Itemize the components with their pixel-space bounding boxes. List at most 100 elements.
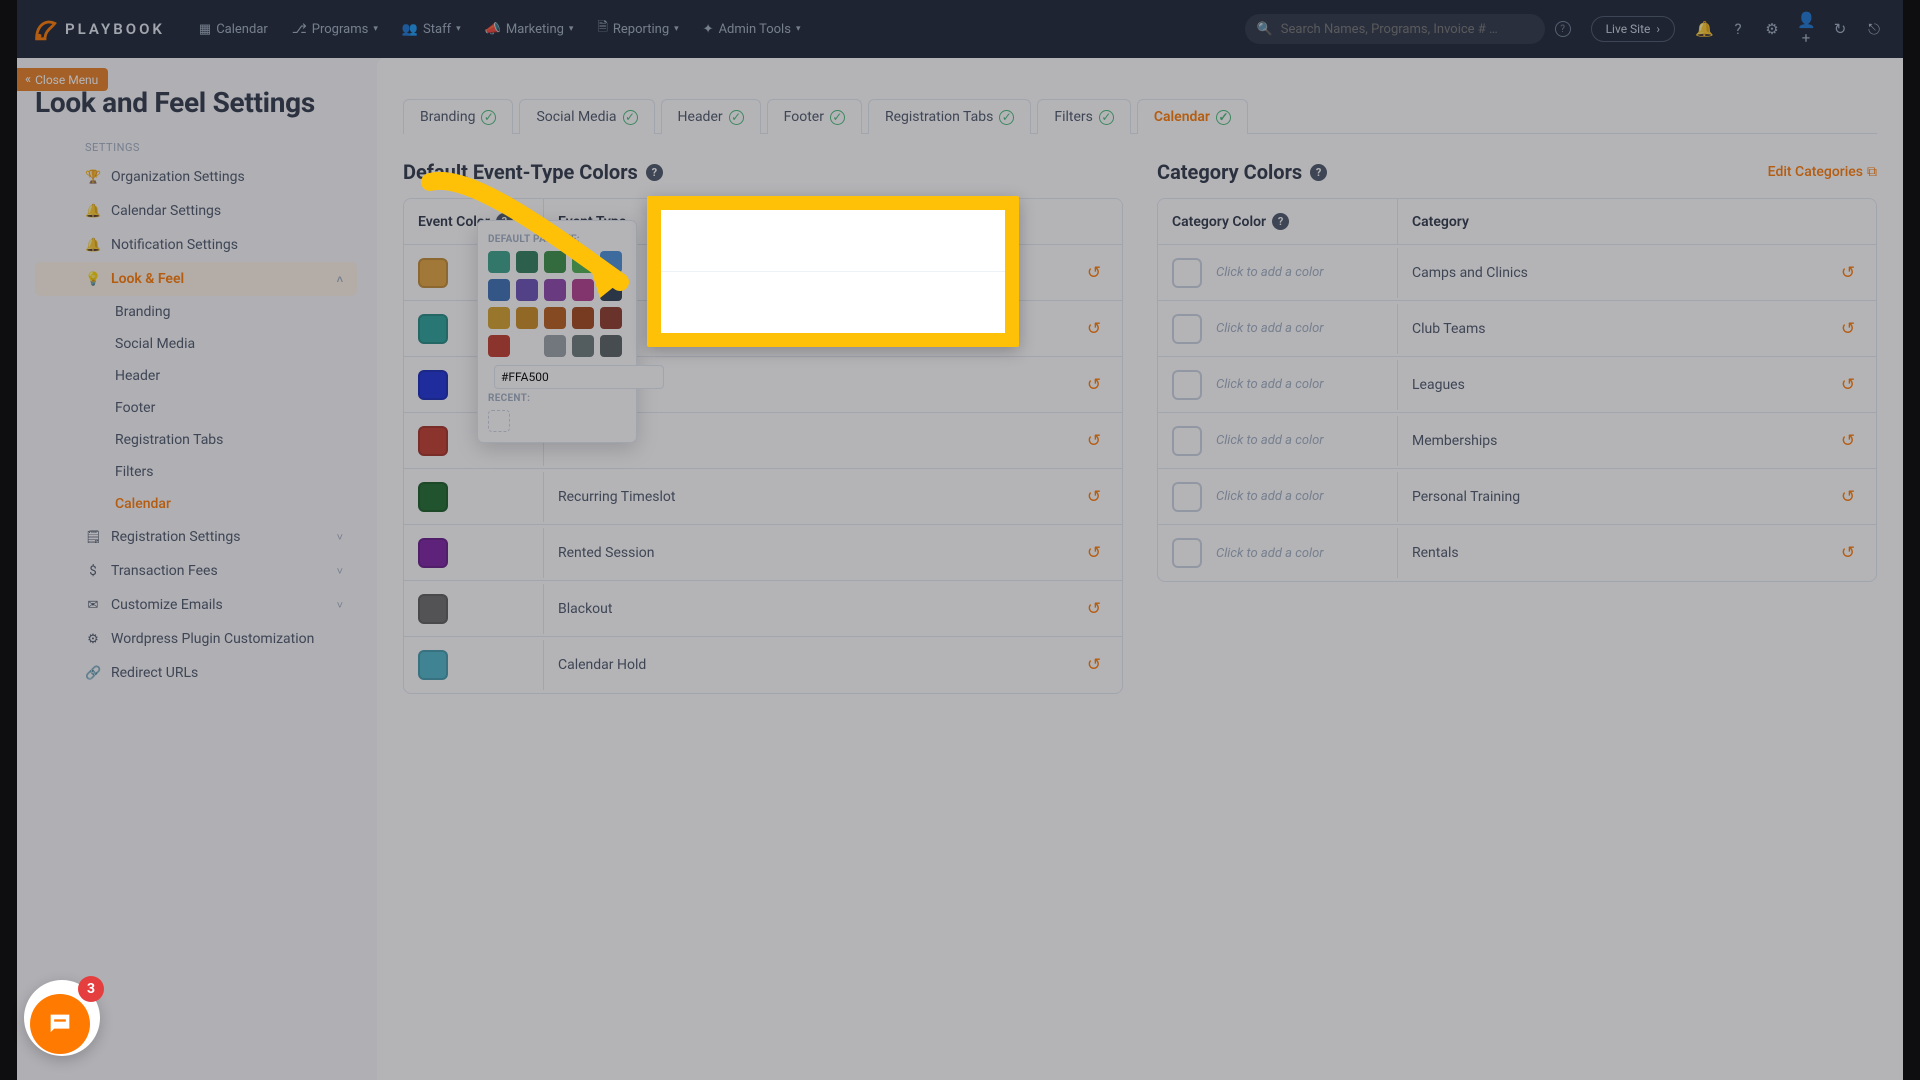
nav-calendar[interactable]: ▦Calendar xyxy=(189,16,278,43)
tab-branding[interactable]: Branding✓ xyxy=(403,99,513,134)
brand-logo[interactable]: PLAYBOOK xyxy=(31,15,165,43)
brand-name: PLAYBOOK xyxy=(65,20,165,38)
sidebar-item-look-and-feel[interactable]: 💡Look & Feel˄ xyxy=(35,262,357,296)
settings-gear-icon[interactable]: ⚙ xyxy=(1763,20,1781,38)
nav-staff[interactable]: 👥Staff▾ xyxy=(392,16,471,43)
category-color-cell[interactable]: Click to add a color xyxy=(1158,248,1398,298)
category-color-cell[interactable]: Click to add a color xyxy=(1158,304,1398,354)
reset-color-icon[interactable]: ↺ xyxy=(1841,319,1855,339)
global-search[interactable]: 🔍 xyxy=(1245,14,1545,44)
reset-color-icon[interactable]: ↺ xyxy=(1087,375,1101,395)
sidebar-sub-filters[interactable]: Filters xyxy=(35,456,357,488)
reset-color-icon[interactable]: ↺ xyxy=(1841,543,1855,563)
palette-swatch[interactable] xyxy=(516,335,538,357)
nav-admin-tools[interactable]: ✦Admin Tools▾ xyxy=(693,16,811,43)
reset-color-icon[interactable]: ↺ xyxy=(1841,487,1855,507)
edit-categories-link[interactable]: Edit Categories⧉ xyxy=(1768,164,1877,180)
close-menu-button[interactable]: Close Menu xyxy=(17,68,108,91)
intercom-chat-launcher[interactable]: 3 xyxy=(24,980,100,1056)
notifications-icon[interactable]: 🔔 xyxy=(1695,20,1713,38)
logout-icon[interactable]: ⎋ xyxy=(1865,20,1883,38)
palette-swatch[interactable] xyxy=(572,335,594,357)
history-icon[interactable]: ↻ xyxy=(1831,20,1849,38)
tab-social-media[interactable]: Social Media✓ xyxy=(519,99,654,134)
sidebar-item-customize-emails[interactable]: ✉Customize Emails˅ xyxy=(35,588,357,622)
event-color-cell[interactable] xyxy=(404,640,544,690)
recent-swatch[interactable] xyxy=(488,410,510,432)
nav-programs[interactable]: ⎇Programs▾ xyxy=(282,16,388,43)
category-colors-title: Category Colors? Edit Categories⧉ xyxy=(1157,160,1877,184)
table-row: Click to add a colorCamps and Clinics↺ xyxy=(1158,245,1876,301)
reset-color-icon[interactable]: ↺ xyxy=(1841,375,1855,395)
sidebar-sub-footer[interactable]: Footer xyxy=(35,392,357,424)
nav-marketing[interactable]: 📣Marketing▾ xyxy=(475,16,584,43)
tab-footer[interactable]: Footer✓ xyxy=(767,99,862,134)
check-icon: ✓ xyxy=(623,110,638,125)
link-icon: 🔗 xyxy=(85,666,101,681)
event-color-cell[interactable] xyxy=(404,472,544,522)
trophy-icon: 🏆 xyxy=(85,170,101,185)
check-icon: ✓ xyxy=(481,110,496,125)
sidebar-sub-header[interactable]: Header xyxy=(35,360,357,392)
palette-swatch[interactable] xyxy=(544,335,566,357)
help-icon[interactable]: ? xyxy=(1729,20,1747,38)
category-color-cell[interactable]: Click to add a color xyxy=(1158,416,1398,466)
add-user-icon[interactable]: 👤+ xyxy=(1797,11,1815,47)
megaphone-icon: 📣 xyxy=(485,22,501,37)
chevron-down-icon: ˅ xyxy=(337,531,343,544)
sidebar-item-calendar-settings[interactable]: 🔔Calendar Settings xyxy=(35,194,357,228)
category-name-cell: Leagues xyxy=(1398,367,1820,403)
table-row: Rented Session↺ xyxy=(404,525,1122,581)
reset-color-icon[interactable]: ↺ xyxy=(1087,263,1101,283)
sidebar-sub-social-media[interactable]: Social Media xyxy=(35,328,357,360)
category-color-cell[interactable]: Click to add a color xyxy=(1158,360,1398,410)
reset-color-icon[interactable]: ↺ xyxy=(1087,319,1101,339)
reset-color-icon[interactable]: ↺ xyxy=(1087,599,1101,619)
event-color-cell[interactable] xyxy=(404,528,544,578)
empty-swatch xyxy=(1172,258,1202,288)
col-category: Category xyxy=(1398,200,1820,244)
reset-color-icon[interactable]: ↺ xyxy=(1087,543,1101,563)
live-site-button[interactable]: Live Site› xyxy=(1591,16,1675,42)
category-color-cell[interactable]: Click to add a color xyxy=(1158,472,1398,522)
nav-reporting[interactable]: 🗎Reporting▾ xyxy=(587,12,688,46)
category-color-cell[interactable]: Click to add a color xyxy=(1158,528,1398,578)
search-input[interactable] xyxy=(1281,22,1533,37)
search-help-icon[interactable]: ? xyxy=(1555,21,1571,37)
tab-filters[interactable]: Filters✓ xyxy=(1037,99,1131,134)
tab-header[interactable]: Header✓ xyxy=(661,99,761,134)
search-icon: 🔍 xyxy=(1257,22,1273,37)
sidebar-item-transaction-fees[interactable]: $Transaction Fees˅ xyxy=(35,554,357,588)
empty-swatch xyxy=(1172,426,1202,456)
reset-color-icon[interactable]: ↺ xyxy=(1841,263,1855,283)
reset-color-icon[interactable]: ↺ xyxy=(1841,431,1855,451)
hex-input[interactable] xyxy=(494,365,664,389)
table-row: Click to add a colorPersonal Training↺ xyxy=(1158,469,1876,525)
sidebar-sub-branding[interactable]: Branding xyxy=(35,296,357,328)
help-icon[interactable]: ? xyxy=(1272,213,1289,230)
click-to-add-text: Click to add a color xyxy=(1216,489,1324,504)
external-link-icon: ⧉ xyxy=(1867,164,1877,180)
reset-color-icon[interactable]: ↺ xyxy=(1087,655,1101,675)
sidebar-sub-calendar[interactable]: Calendar xyxy=(35,488,357,520)
event-color-cell[interactable] xyxy=(404,584,544,634)
sidebar-item-registration-settings[interactable]: 🗒Registration Settings˅ xyxy=(35,520,357,554)
calendar-icon: ▦ xyxy=(199,22,211,37)
tab-registration-tabs[interactable]: Registration Tabs✓ xyxy=(868,99,1031,134)
sidebar-item-wp-plugin[interactable]: ⚙Wordpress Plugin Customization xyxy=(35,622,357,656)
help-icon[interactable]: ? xyxy=(1310,164,1327,181)
sidebar-item-redirect-urls[interactable]: 🔗Redirect URLs xyxy=(35,656,357,690)
bell-icon: 🔔 xyxy=(85,204,101,219)
sidebar-item-notification-settings[interactable]: 🔔Notification Settings xyxy=(35,228,357,262)
chevron-right-icon: › xyxy=(1656,22,1660,36)
reset-color-icon[interactable]: ↺ xyxy=(1087,487,1101,507)
reset-color-icon[interactable]: ↺ xyxy=(1087,431,1101,451)
sidebar-sub-registration-tabs[interactable]: Registration Tabs xyxy=(35,424,357,456)
tutorial-arrow-icon xyxy=(410,162,650,322)
table-row: Click to add a colorRentals↺ xyxy=(1158,525,1876,581)
palette-swatch[interactable] xyxy=(600,335,622,357)
envelope-icon: ✉ xyxy=(85,598,101,613)
tab-calendar[interactable]: Calendar✓ xyxy=(1137,99,1248,134)
palette-swatch[interactable] xyxy=(488,335,510,357)
sidebar-item-org-settings[interactable]: 🏆Organization Settings xyxy=(35,160,357,194)
